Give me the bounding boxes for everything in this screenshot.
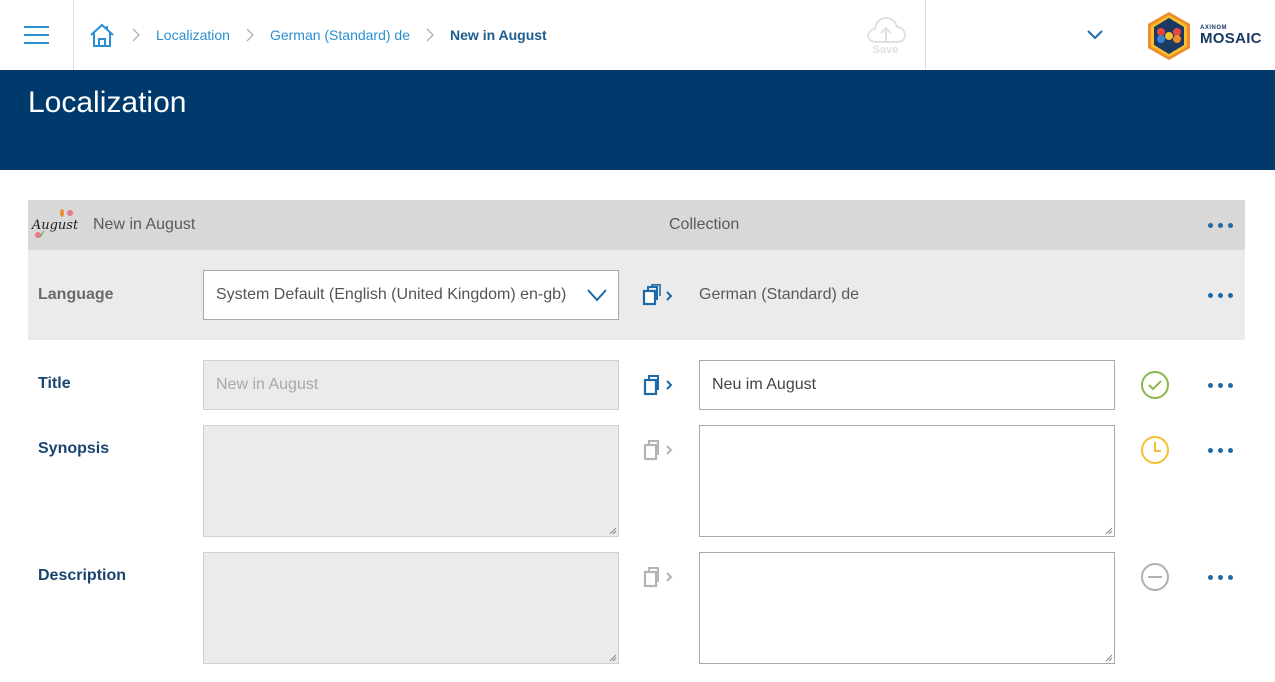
target-synopsis-textarea[interactable] [699,425,1115,537]
copy-all-button[interactable] [642,284,676,311]
source-title-field: New in August [203,360,619,410]
cloud-upload-icon [866,16,906,43]
copy-synopsis-button[interactable] [643,439,675,466]
hamburger-icon [23,26,49,44]
source-description-field [203,552,619,664]
entity-name: New in August [93,216,196,233]
chevron-right-icon [116,28,156,42]
language-label: Language [38,286,114,303]
copy-icon [643,567,673,588]
breadcrumb: Localization German (Standard) de New in… [88,0,547,70]
menu-button[interactable] [0,0,74,70]
title-actions-button[interactable] [1205,375,1235,395]
more-dots-icon [1207,222,1213,228]
entity-actions-button[interactable] [1205,215,1235,235]
minus-circle-icon [1140,562,1170,592]
language-row: Language System Default (English (United… [28,250,1245,340]
language-actions-button[interactable] [1205,285,1235,305]
target-description-textarea[interactable] [699,552,1115,664]
more-dots-icon [1207,292,1213,298]
chevron-down-icon [1087,30,1103,40]
svg-text:August: August [31,218,79,233]
check-circle-icon [1140,370,1170,400]
more-dots-icon [1207,574,1213,580]
description-actions-button[interactable] [1205,567,1235,587]
synopsis-actions-button[interactable] [1205,440,1235,460]
source-language-select[interactable]: System Default (English (United Kingdom)… [203,270,619,320]
resize-handle-icon [609,654,617,662]
field-label-title: Title [38,375,71,392]
source-synopsis-field [203,425,619,537]
home-icon [90,23,114,47]
copy-all-icon [642,284,673,306]
chevron-right-icon [410,28,450,42]
entity-type: Collection [669,216,740,233]
entity-row: August New in August Collection [28,200,1245,250]
field-label-description: Description [38,567,127,584]
chevron-down-icon [587,289,607,302]
copy-icon [643,440,673,461]
copy-description-button[interactable] [643,566,675,593]
resize-handle-icon[interactable] [1104,526,1113,535]
page-header: Localization [0,70,1275,170]
top-bar: Localization German (Standard) de New in… [0,0,1275,70]
page-title: Localization [28,86,187,119]
august-thumbnail-image: August [31,209,79,238]
copy-title-button[interactable] [643,374,675,401]
mosaic-logo-icon [1148,12,1190,60]
copy-icon [643,375,673,396]
entity-thumbnail: August [30,207,80,243]
save-button[interactable]: Save [846,0,926,70]
breadcrumb-language[interactable]: German (Standard) de [270,27,410,43]
chevron-right-icon [230,28,270,42]
breadcrumb-current: New in August [450,27,547,43]
target-title-input[interactable]: Neu im August [699,360,1115,410]
field-label-synopsis: Synopsis [38,440,110,457]
source-language-value: System Default (English (United Kingdom)… [216,286,567,303]
user-dropdown[interactable] [927,0,1127,70]
logo-big-text: MOSAIC [1200,30,1262,47]
resize-handle-icon [609,527,617,535]
axinom-mosaic-logo: AXINOM MOSAIC [1144,10,1264,62]
target-language: German (Standard) de [699,286,860,303]
breadcrumb-localization[interactable]: Localization [156,27,230,43]
breadcrumb-home[interactable] [88,21,116,49]
more-dots-icon [1207,447,1213,453]
save-label: Save [872,44,899,56]
clock-icon [1140,435,1170,465]
more-dots-icon [1207,382,1213,388]
resize-handle-icon[interactable] [1104,653,1113,662]
